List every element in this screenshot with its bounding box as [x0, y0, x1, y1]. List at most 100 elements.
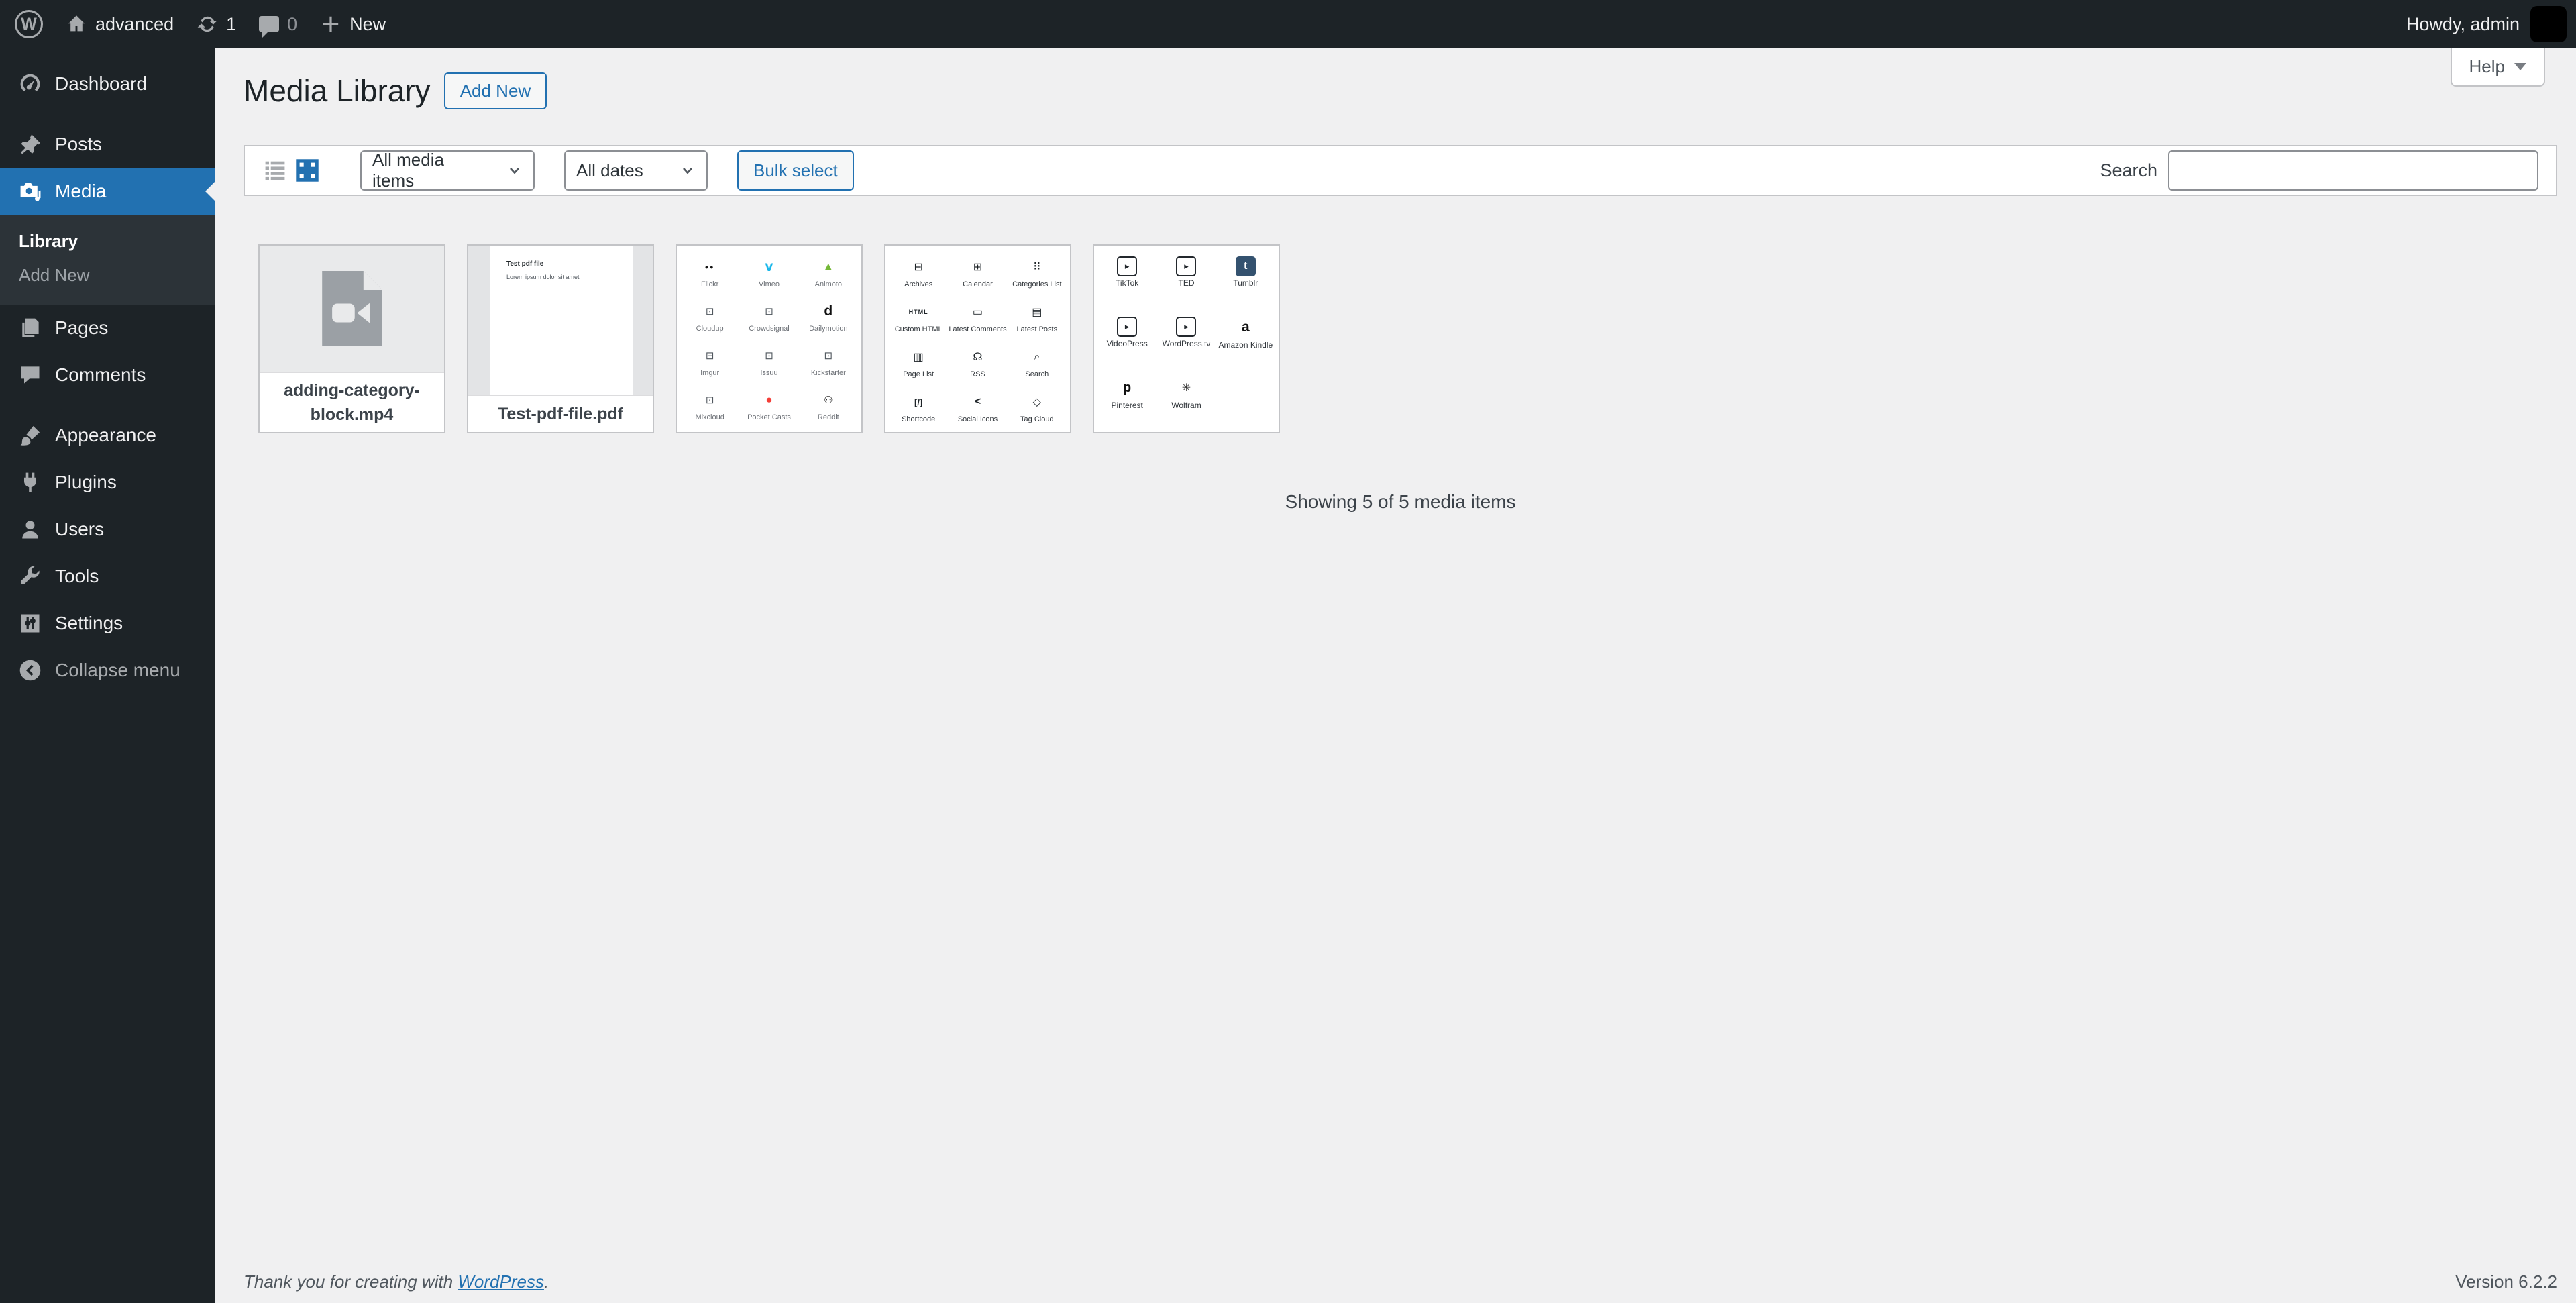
- menu-separator: [0, 107, 215, 121]
- sidebar-item-dashboard[interactable]: Dashboard: [0, 60, 215, 107]
- media-count-status: Showing 5 of 5 media items: [1285, 491, 1516, 512]
- grid-view-button[interactable]: [294, 158, 320, 183]
- howdy-text[interactable]: Howdy, admin: [2406, 14, 2520, 35]
- thumb-block-icon: ▸: [1176, 317, 1197, 337]
- sidebar-item-appearance[interactable]: Appearance: [0, 412, 215, 459]
- dashboard-icon: [17, 71, 43, 97]
- thumb-block-icon: ⊞: [973, 262, 983, 273]
- submenu-item-add-new[interactable]: Add New: [0, 258, 215, 293]
- thumb-block-cell: ☊ RSS: [949, 346, 1006, 391]
- thumb-block-cell: ▲ Animoto: [800, 256, 857, 301]
- media-item-video[interactable]: adding-category-block.mp4: [258, 244, 445, 433]
- thumb-block-cell: ▸ TikTok: [1098, 256, 1156, 317]
- thumb-block-label: Custom HTML: [894, 325, 943, 333]
- thumb-block-label: Cloudup: [696, 325, 724, 333]
- wordpress-link[interactable]: WordPress: [458, 1271, 544, 1292]
- thumb-block-label: Tag Cloud: [1020, 415, 1054, 423]
- media-item-image-embed-blocks[interactable]: ●● Flickr v Vimeo ▲ Animoto ⊡ Cloudup ⊡ …: [676, 244, 863, 433]
- collapse-menu-button[interactable]: Collapse menu: [0, 647, 215, 694]
- avatar[interactable]: [2530, 6, 2567, 42]
- thumb-block-cell: ⠿ Categories List: [1008, 256, 1066, 301]
- sidebar-item-pages[interactable]: Pages: [0, 305, 215, 352]
- date-filter-value: All dates: [576, 160, 643, 180]
- date-filter-select[interactable]: All dates: [564, 150, 708, 191]
- brush-icon: [17, 423, 43, 448]
- thumb-block-label: Reddit: [817, 413, 839, 421]
- thumb-block-cell: t Tumblr: [1217, 256, 1275, 317]
- updates-link[interactable]: 1: [197, 13, 236, 35]
- bulk-select-button[interactable]: Bulk select: [737, 150, 854, 191]
- media-type-filter-select[interactable]: All media items: [360, 150, 535, 191]
- thumb-block-label: Social Icons: [957, 415, 998, 423]
- sidebar-item-media[interactable]: Media: [0, 168, 215, 215]
- thumb-block-icon: ✳: [1181, 382, 1191, 394]
- thumb-block-icon: v: [765, 259, 773, 274]
- new-content-link[interactable]: New: [320, 13, 386, 35]
- add-new-button[interactable]: Add New: [443, 72, 547, 109]
- comments-link[interactable]: 0: [259, 14, 297, 38]
- thumb-block-label: Latest Comments: [949, 325, 1007, 333]
- footer-thanks-text: Thank you for creating with WordPress.: [244, 1271, 549, 1292]
- sidebar-item-comments[interactable]: Comments: [0, 352, 215, 399]
- thumb-block-cell: ▥ Page List: [890, 346, 947, 391]
- thumb-block-label: RSS: [970, 370, 985, 378]
- thumb-block-label: Calendar: [963, 280, 993, 289]
- active-menu-arrow: [205, 182, 215, 201]
- thumb-block-icon: ⌕: [1034, 351, 1040, 362]
- sidebar-label: Dashboard: [55, 73, 147, 94]
- user-icon: [17, 517, 43, 542]
- thumb-block-icon: ⊟: [914, 262, 923, 273]
- thumb-block-cell: ⚇ Reddit: [800, 389, 857, 432]
- thumb-block-icon: [/]: [914, 397, 923, 407]
- sidebar-item-settings[interactable]: Settings: [0, 600, 215, 647]
- thumb-block-cell: ⊡ Kickstarter: [800, 345, 857, 389]
- sidebar-label: Media: [55, 180, 107, 201]
- video-file-preview: [260, 246, 444, 372]
- sidebar-item-posts[interactable]: Posts: [0, 121, 215, 168]
- submenu-item-library[interactable]: Library: [0, 224, 215, 258]
- thumb-block-cell: ⊡ Mixcloud: [681, 389, 739, 432]
- thumb-block-label: Kickstarter: [810, 369, 846, 377]
- list-view-button[interactable]: [262, 158, 288, 183]
- thumb-block-cell: ▤ Latest Posts: [1008, 301, 1066, 346]
- sidebar-item-users[interactable]: Users: [0, 506, 215, 553]
- thumb-block-icon: ▸: [1117, 317, 1138, 337]
- thumb-block-icon: ▲: [822, 261, 834, 272]
- site-link[interactable]: advanced: [66, 13, 174, 35]
- thumb-block-label: Crowdsignal: [749, 325, 790, 333]
- sidebar-label: Users: [55, 519, 105, 539]
- update-count: 1: [226, 13, 237, 34]
- search-input[interactable]: [2168, 150, 2538, 191]
- thumb-block-cell: a Amazon Kindle: [1217, 317, 1275, 377]
- new-label: New: [350, 13, 386, 34]
- media-item-image-social-blocks[interactable]: ▸ TikTok ▸ TED t Tumblr ▸ VideoPress ▸ W…: [1093, 244, 1280, 433]
- sidebar-item-plugins[interactable]: Plugins: [0, 459, 215, 506]
- collapse-label: Collapse menu: [55, 660, 180, 680]
- wordpress-logo-icon: [15, 10, 43, 38]
- sidebar-label: Comments: [55, 364, 146, 385]
- thumb-block-cell: HTML Custom HTML: [890, 301, 947, 346]
- version-text: Version 6.2.2: [2455, 1271, 2557, 1292]
- chevron-down-icon: [506, 162, 523, 178]
- wordpress-logo-menu[interactable]: [15, 10, 43, 38]
- sidebar-label: Settings: [55, 613, 123, 633]
- media-item-image-widget-blocks[interactable]: ⊟ Archives ⊞ Calendar ⠿ Categories List: [884, 244, 1071, 433]
- menu-separator: [0, 399, 215, 412]
- thumb-block-icon: ⚇: [824, 395, 833, 406]
- help-button[interactable]: Help: [2450, 48, 2545, 87]
- footer: Thank you for creating with WordPress. V…: [244, 1271, 2557, 1292]
- thumb-block-cell: ⊡ Crowdsignal: [740, 301, 798, 345]
- sidebar-item-tools[interactable]: Tools: [0, 553, 215, 600]
- wrench-icon: [17, 564, 43, 589]
- thumb-block-label: Dailymotion: [809, 325, 848, 333]
- thumb-block-icon: ▸: [1176, 256, 1197, 276]
- thumb-block-cell: [/] Shortcode: [890, 391, 947, 432]
- help-label: Help: [2469, 56, 2505, 76]
- media-item-pdf[interactable]: Test pdf file Lorem ipsum dolor sit amet…: [467, 244, 654, 433]
- thumb-block-icon: ⊡: [765, 306, 773, 317]
- home-icon: [66, 13, 87, 35]
- pages-icon: [17, 315, 43, 341]
- thumb-block-label: Categories List: [1012, 280, 1062, 289]
- pdf-preview-title: Test pdf file: [506, 260, 544, 268]
- thumbnail-content: ●● Flickr v Vimeo ▲ Animoto ⊡ Cloudup ⊡ …: [677, 246, 861, 432]
